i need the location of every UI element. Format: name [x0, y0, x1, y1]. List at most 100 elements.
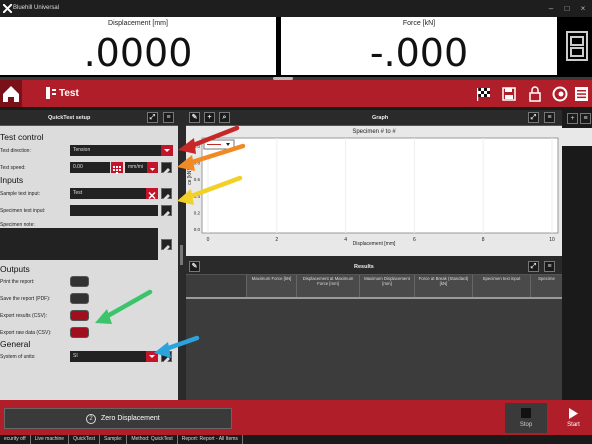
displacement-meter[interactable]: Displacement [mm] .0000	[0, 17, 276, 75]
y-tick-label: 1.0	[194, 144, 201, 149]
units-chevron-down-icon	[146, 351, 158, 362]
export-raw-toggle[interactable]	[70, 327, 89, 338]
section-test-control: Test control	[0, 132, 44, 142]
y-tick-label: 0.2	[194, 210, 201, 215]
export-results-toggle[interactable]	[70, 310, 89, 321]
status-item: Report: Report - All Items	[178, 435, 243, 444]
stop-label: Stop	[519, 422, 533, 428]
start-button[interactable]: Start	[555, 403, 592, 433]
zero-displacement-button[interactable]: 2 Zero Displacement	[4, 408, 232, 429]
right-sidebar: + ≡	[562, 110, 592, 400]
specimen-text-input[interactable]	[70, 205, 158, 216]
panel-menu-icon[interactable]: ≡	[163, 112, 174, 123]
x-tick-label: 4	[344, 237, 347, 243]
stop-icon	[521, 408, 531, 418]
results-column-header[interactable]: Displacement at Maximum Force [mm]	[296, 275, 359, 297]
unit-chevron-down-icon[interactable]	[147, 162, 158, 173]
y-tick-label: 0.8	[194, 161, 201, 166]
results-menu-icon[interactable]: ≡	[544, 261, 555, 272]
results-table: Maximum Force [kN] Displacement at Maximu…	[186, 275, 562, 400]
results-column-header[interactable]: Force at Break (Standard) [kN]	[414, 275, 472, 297]
save-icon[interactable]	[501, 86, 517, 102]
menu-icon[interactable]	[575, 87, 588, 101]
status-bar: ecurity off Live machine QuickTest Sample: M…	[0, 435, 592, 444]
save-report-toggle[interactable]	[70, 293, 89, 304]
test-speed-input[interactable]: 0.00	[70, 162, 110, 173]
x-tick-label: 8	[482, 237, 485, 243]
test-direction-value: Tension	[73, 147, 91, 153]
results-column-header[interactable]: Maximum Displacement [mm]	[359, 275, 414, 297]
graph-area[interactable]: Specimen # to # ce [kN] Displacement [mm…	[186, 126, 562, 256]
page-title: Test	[59, 88, 79, 99]
status-item: Sample:	[100, 435, 128, 444]
test-speed-label: Test speed:	[0, 165, 26, 171]
graph-header: ✎ + ⌕ Graph ⤢ ≡	[186, 110, 562, 126]
section-general: General	[0, 339, 31, 349]
section-inputs: Inputs	[0, 175, 24, 185]
x-tick-label: 6	[413, 237, 416, 243]
zero-number-badge: 2	[86, 414, 96, 424]
edit-specimen-pencil-icon[interactable]	[161, 205, 172, 218]
sidebar-item[interactable]	[562, 128, 592, 146]
y-tick-label: 0.0	[194, 227, 201, 232]
home-button[interactable]	[0, 80, 22, 107]
close-button[interactable]: ×	[577, 3, 589, 14]
print-report-toggle[interactable]	[70, 276, 89, 287]
test-speed-value: 0.00	[73, 164, 83, 170]
lock-icon[interactable]	[527, 86, 543, 102]
results-column-header[interactable]: Maximum Force [kN]	[246, 275, 296, 297]
test-icon	[46, 87, 56, 99]
chevron-down-icon	[161, 145, 173, 156]
edit-units-pencil-icon[interactable]	[161, 351, 172, 364]
graph-title: Graph	[372, 115, 389, 121]
expand-icon[interactable]: ⤢	[147, 112, 158, 123]
meter-layout-icon[interactable]	[566, 31, 588, 61]
graph-expand-icon[interactable]: ⤢	[528, 112, 539, 123]
export-results-label: Export results (CSV):	[0, 313, 47, 319]
minimize-button[interactable]: –	[545, 3, 557, 14]
sidebar-menu-icon[interactable]: ≡	[580, 113, 591, 124]
print-report-label: Print the report:	[0, 279, 35, 285]
stop-button[interactable]: Stop	[505, 403, 547, 433]
status-item: QuickTest	[69, 435, 101, 444]
results-column-header[interactable]: Specimen text input	[472, 275, 530, 297]
sample-text-input[interactable]: Test	[70, 188, 158, 199]
maximize-button[interactable]: □	[561, 3, 573, 14]
x-tick-label: 0	[207, 237, 210, 243]
results-edit-pencil-icon[interactable]: ✎	[189, 261, 200, 272]
edit-speed-pencil-icon[interactable]	[161, 162, 172, 175]
status-item: Method: QuickTest	[127, 435, 178, 444]
test-direction-dropdown[interactable]: Tension	[70, 145, 173, 156]
displacement-meter-value: .0000	[83, 31, 193, 75]
graph-edit-pencil-icon[interactable]: ✎	[189, 112, 200, 123]
test-direction-label: Test direction:	[0, 148, 31, 154]
results-expand-icon[interactable]: ⤢	[528, 261, 539, 272]
x-tick-label: 10	[549, 237, 555, 243]
quicktest-setup-title: QuickTest setup	[48, 115, 91, 121]
finish-flag-icon[interactable]	[476, 86, 492, 102]
results-header: ✎ Results ⤢ ≡	[186, 259, 562, 275]
graph-add-icon[interactable]: +	[204, 112, 215, 123]
results-column-header[interactable]: Specime	[530, 275, 562, 297]
results-header-divider	[186, 297, 562, 299]
edit-sample-pencil-icon[interactable]	[161, 188, 172, 201]
clear-icon[interactable]	[146, 188, 158, 200]
x-tick-label: 2	[275, 237, 278, 243]
section-outputs: Outputs	[0, 264, 30, 274]
force-meter-value: -.000	[369, 31, 469, 75]
force-meter[interactable]: Force [kN] -.000	[281, 17, 557, 75]
sidebar-add-icon[interactable]: +	[567, 113, 578, 124]
home-icon	[3, 86, 19, 102]
splitter-grip[interactable]	[180, 245, 183, 265]
y-tick-label: 0.4	[194, 194, 201, 199]
bottom-bar: 2 Zero Displacement Stop Start	[0, 400, 592, 435]
results-title: Results	[354, 264, 374, 270]
keypad-icon[interactable]	[111, 162, 123, 174]
units-label: System of units:	[0, 354, 36, 360]
edit-note-pencil-icon[interactable]	[161, 239, 172, 252]
graph-zoom-icon[interactable]: ⌕	[219, 112, 230, 123]
units-dropdown[interactable]: SI	[70, 351, 158, 362]
specimen-note-textarea[interactable]	[0, 228, 158, 260]
graph-menu-icon[interactable]: ≡	[544, 112, 555, 123]
save-report-label: Save the report (PDF):	[0, 296, 51, 302]
